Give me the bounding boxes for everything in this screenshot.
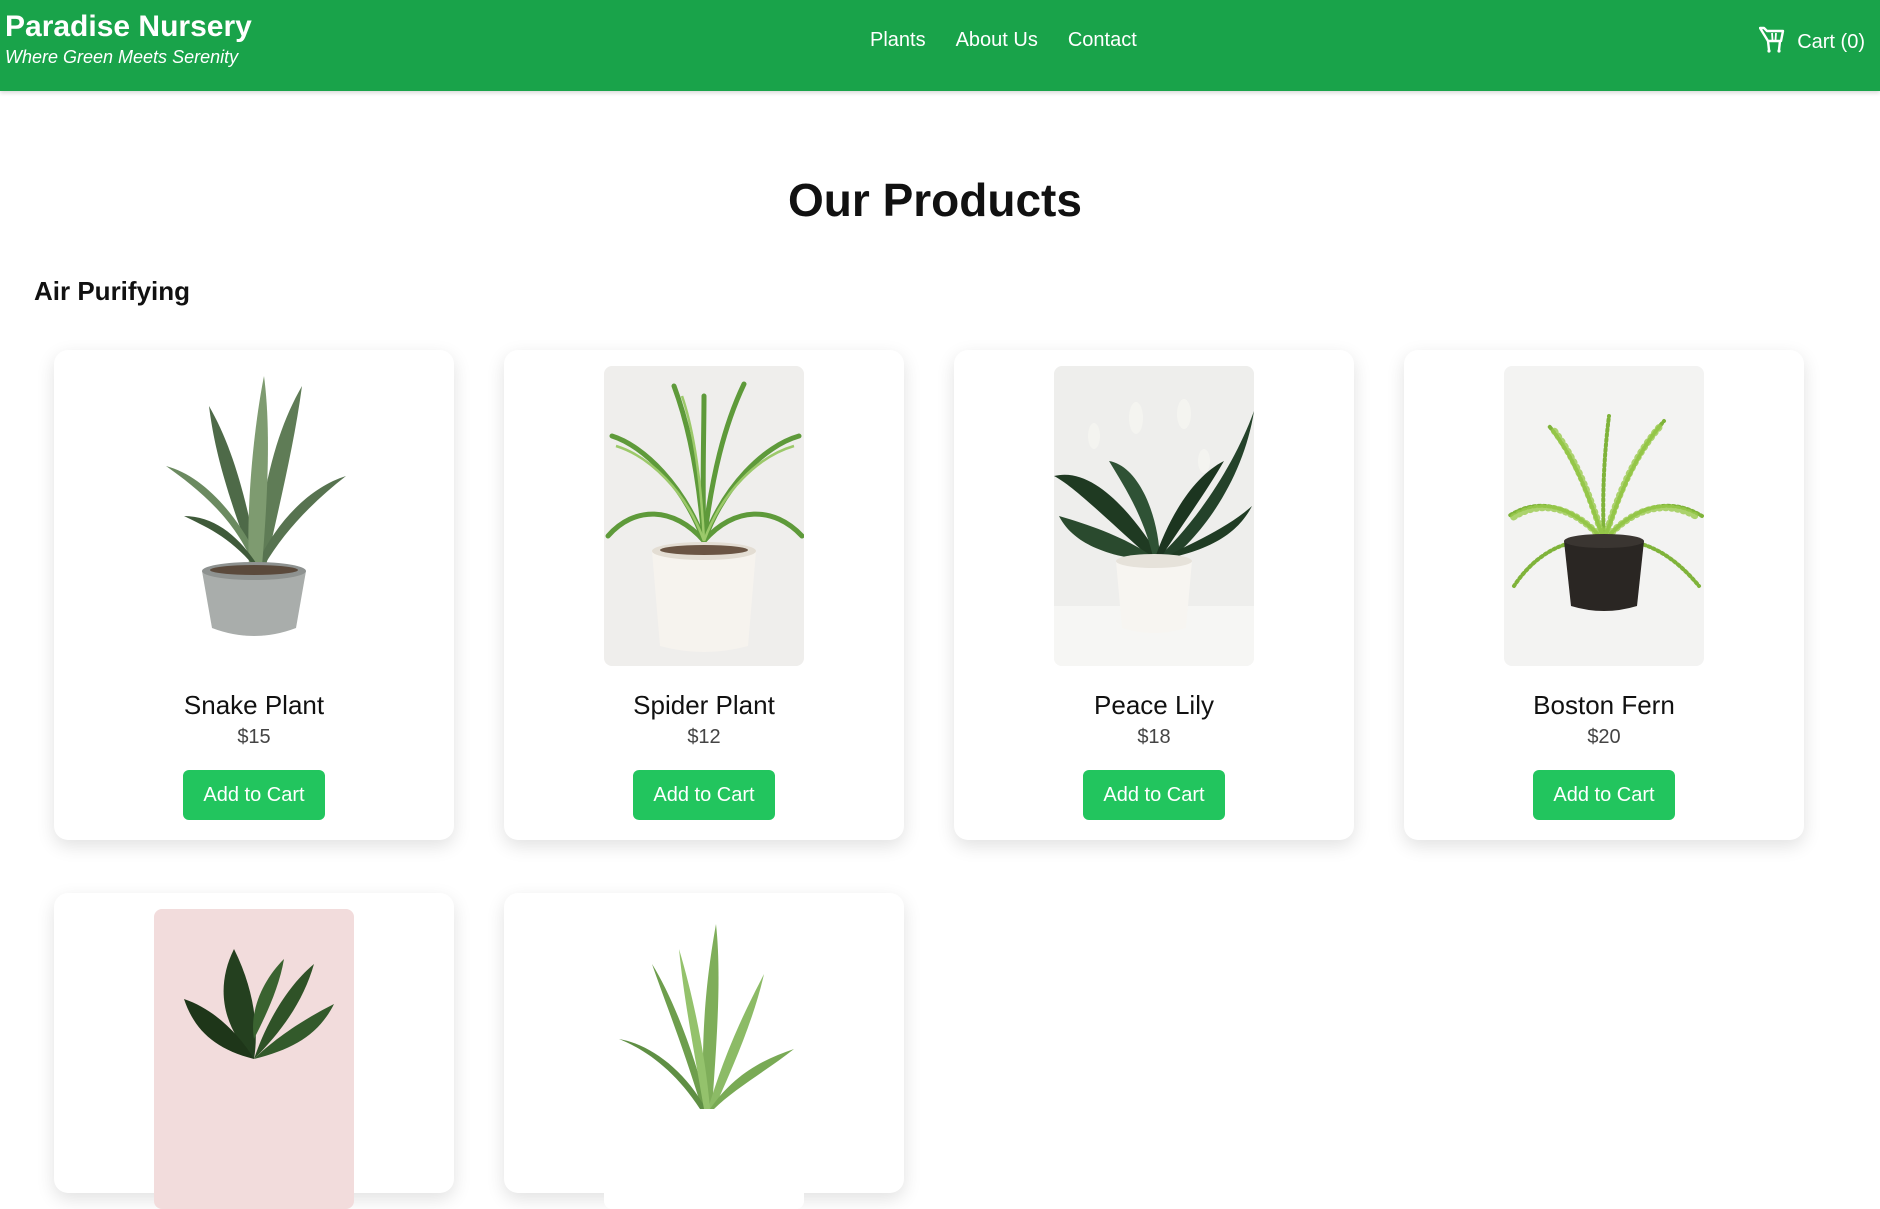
add-to-cart-button[interactable]: Add to Cart: [1533, 770, 1675, 820]
product-image-rubber-plant: [154, 909, 354, 1209]
cart-button[interactable]: Cart (0): [1759, 25, 1865, 58]
product-image-peace-lily: [1054, 366, 1254, 666]
brand-tagline: Where Green Meets Serenity: [5, 47, 239, 67]
product-price: $15: [237, 726, 271, 748]
product-card: [504, 893, 904, 1209]
brand-name[interactable]: Paradise Nursery: [5, 9, 252, 45]
cart-label: Cart (0): [1797, 30, 1865, 53]
add-to-cart-button[interactable]: Add to Cart: [1083, 770, 1225, 820]
page-title: Our Products: [788, 174, 1082, 226]
product-card: Boston Fern $20 Add to Cart: [1404, 350, 1804, 840]
product-name: Peace Lily: [1094, 690, 1214, 720]
product-image-aloe-vera: [604, 909, 804, 1209]
product-price: $20: [1587, 726, 1621, 748]
product-image-spider-plant: [604, 366, 804, 666]
main-nav: Plants About Us Contact: [870, 27, 1137, 53]
product-card: Peace Lily $18 Add to Cart: [954, 350, 1354, 840]
category-heading: Air Purifying: [34, 276, 191, 306]
product-image-snake-plant: [154, 366, 354, 666]
product-name: Spider Plant: [633, 690, 775, 720]
product-name: Boston Fern: [1533, 690, 1675, 720]
add-to-cart-button[interactable]: Add to Cart: [633, 770, 775, 820]
nav-link-contact[interactable]: Contact: [1068, 27, 1137, 53]
product-price: $12: [687, 726, 721, 748]
nav-link-plants[interactable]: Plants: [870, 27, 926, 53]
nav-link-about-us[interactable]: About Us: [956, 27, 1038, 53]
brand[interactable]: Paradise Nursery Where Green Meets Seren…: [5, 9, 252, 69]
shopping-cart-icon: [1759, 25, 1785, 58]
product-price: $18: [1137, 726, 1171, 748]
product-image-boston-fern: [1504, 366, 1704, 666]
top-navbar: Paradise Nursery Where Green Meets Seren…: [0, 0, 1880, 91]
product-card: [54, 893, 454, 1209]
product-name: Snake Plant: [183, 690, 325, 720]
product-card: Spider Plant $12 Add to Cart: [504, 350, 904, 840]
product-card: Snake Plant $15 Add to Cart: [54, 350, 454, 840]
add-to-cart-button[interactable]: Add to Cart: [183, 770, 325, 820]
